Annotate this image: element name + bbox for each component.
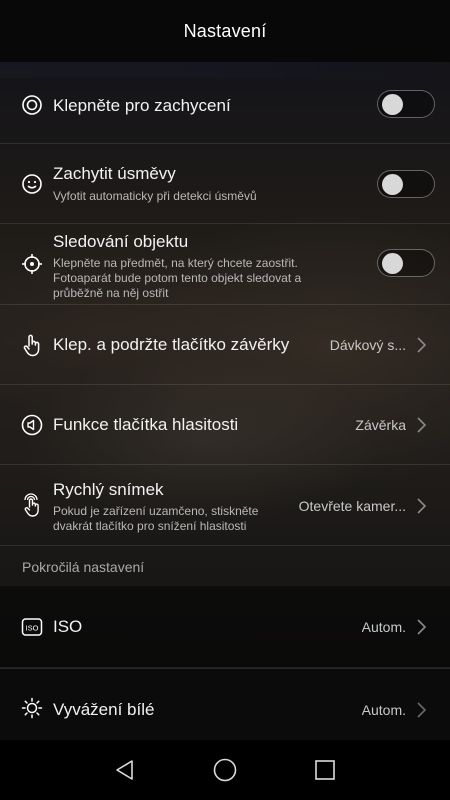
row-subtitle-line: Klepněte na předmět, na který chcete zao…: [53, 256, 298, 270]
home-icon[interactable]: [212, 757, 238, 783]
row-subtitle: Vyfotit automaticky při detekci úsměvů: [53, 189, 257, 203]
row-volume-key-function[interactable]: Funkce tlačítka hlasitosti Závěrka: [0, 385, 450, 465]
section-label: Pokročilá nastavení: [22, 559, 145, 575]
crosshair-target-icon: [20, 252, 44, 276]
target-circle-icon: [20, 93, 44, 117]
section-header-advanced: Pokročilá nastavení: [0, 546, 450, 586]
toggle-knob: [382, 94, 403, 115]
svg-text:ISO: ISO: [26, 623, 39, 632]
row-subtitle-line: průběžně na něj ostřit: [53, 286, 169, 300]
row-title: Rychlý snímek: [53, 480, 164, 499]
chevron-right-icon: [417, 337, 427, 353]
toggle-knob: [382, 253, 403, 274]
camera-settings-screen: Nastavení Klepněte pro zachycení Zachyti…: [0, 0, 450, 800]
toggle-knob: [382, 174, 403, 195]
page-title: Nastavení: [183, 20, 267, 41]
row-value: Otevřete kamer...: [298, 498, 406, 514]
row-shutter-hold[interactable]: Klep. a podržte tlačítko závěrky Dávkový…: [0, 305, 450, 385]
row-iso[interactable]: ISO ISO Autom.: [0, 586, 450, 668]
row-value: Závěrka: [355, 417, 406, 433]
back-icon[interactable]: [112, 757, 138, 783]
chevron-right-icon: [417, 619, 427, 635]
row-title: Zachytit úsměvy: [53, 164, 176, 183]
row-tap-to-capture[interactable]: Klepněte pro zachycení: [0, 66, 450, 144]
double-tap-hand-icon: [20, 493, 44, 517]
chevron-right-icon: [417, 417, 427, 433]
row-subtitle-line: Fotoaparát bude potom tento objekt sledo…: [53, 271, 302, 285]
row-subtitle-line: dvakrát tlačítko pro snížení hlasitosti: [53, 519, 247, 533]
row-value: Autom.: [361, 619, 406, 635]
tap-capture-toggle[interactable]: [377, 90, 435, 118]
row-white-balance[interactable]: Vyvážení bílé Autom.: [0, 668, 450, 748]
row-quick-snapshot[interactable]: Rychlý snímek Pokud je zařízení uzamčeno…: [0, 465, 450, 546]
row-value: Autom.: [361, 702, 406, 718]
row-smile-capture[interactable]: Zachytit úsměvy Vyfotit automaticky při …: [0, 144, 450, 224]
row-title: Vyvážení bílé: [53, 700, 155, 719]
settings-list: Klepněte pro zachycení Zachytit úsměvy V…: [0, 66, 450, 748]
volume-icon: [20, 413, 44, 437]
smile-capture-toggle[interactable]: [377, 170, 435, 198]
sun-icon: [20, 696, 44, 720]
system-navigation-bar: [0, 740, 450, 800]
row-title: Klep. a podržte tlačítko závěrky: [53, 335, 290, 354]
row-title: ISO: [53, 617, 83, 636]
header: Nastavení: [0, 0, 450, 62]
row-title: Funkce tlačítka hlasitosti: [53, 415, 239, 434]
chevron-right-icon: [417, 702, 427, 718]
row-value: Dávkový s...: [329, 337, 406, 353]
row-object-tracking[interactable]: Sledování objektu Klepněte na předmět, n…: [0, 224, 450, 305]
chevron-right-icon: [417, 498, 427, 514]
object-tracking-toggle[interactable]: [377, 249, 435, 277]
iso-icon: ISO: [20, 615, 44, 639]
row-title: Sledování objektu: [53, 232, 189, 251]
smile-icon: [20, 172, 44, 196]
tap-hand-icon: [20, 333, 44, 357]
recents-icon[interactable]: [312, 757, 338, 783]
row-subtitle-line: Pokud je zařízení uzamčeno, stiskněte: [53, 504, 259, 518]
row-title: Klepněte pro zachycení: [53, 96, 231, 115]
